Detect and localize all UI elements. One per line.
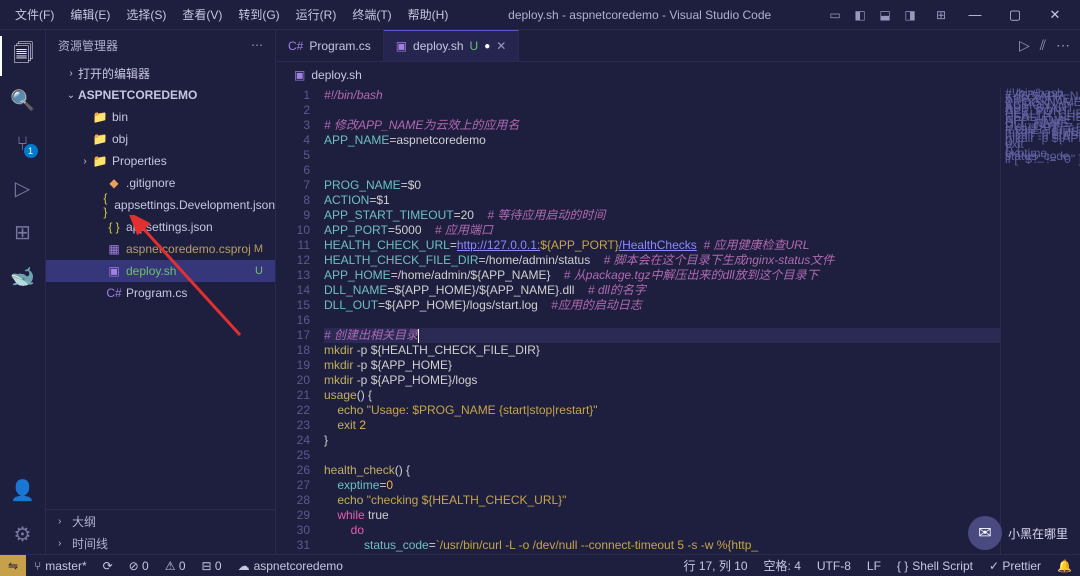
warnings-count[interactable]: ⚠ 0 bbox=[157, 555, 194, 576]
run-icon[interactable]: ▷ bbox=[1019, 37, 1030, 54]
file-icon: ◆ bbox=[106, 176, 122, 190]
debug-icon[interactable]: ▷ bbox=[0, 168, 46, 208]
menu-item[interactable]: 转到(G) bbox=[231, 2, 286, 27]
code-editor[interactable]: 1234567891011121314151617181920212223242… bbox=[276, 88, 1080, 554]
tree-item[interactable]: { }appsettings.Development.json bbox=[46, 194, 275, 216]
dirty-indicator: ● bbox=[484, 41, 490, 52]
tree-item[interactable]: ▦aspnetcoredemo.csprojM bbox=[46, 238, 275, 260]
menu-item[interactable]: 运行(R) bbox=[289, 2, 344, 27]
git-modified-badge: M bbox=[254, 243, 263, 255]
cursor-position[interactable]: 行 17, 列 10 bbox=[676, 555, 756, 576]
close-tab-icon[interactable]: ✕ bbox=[496, 39, 506, 53]
tree-item[interactable]: ◆.gitignore bbox=[46, 172, 275, 194]
file-icon: { } bbox=[101, 191, 111, 219]
activity-bar: 🗐 🔍 ⑂1 ▷ ⊞ 🐋 👤 ⚙ bbox=[0, 30, 46, 554]
minimap[interactable]: #!/bin/bash# 修改APP_NAME为云效上的应用名APP_NAMEP… bbox=[1000, 88, 1080, 554]
editor-tab[interactable]: C#Program.cs bbox=[276, 30, 384, 61]
layout-right-icon[interactable]: ◨ bbox=[899, 4, 921, 26]
file-icon: C# bbox=[106, 286, 122, 300]
eol[interactable]: LF bbox=[859, 555, 889, 576]
errors-count[interactable]: ⊘ 0 bbox=[121, 555, 157, 576]
port-count[interactable]: ⊟ 0 bbox=[194, 555, 230, 576]
watermark: ✉ 小黑在哪里 bbox=[968, 516, 1068, 550]
file-tree: ›打开的编辑器 ⌄ASPNETCOREDEMO 📁bin📁obj›📁Proper… bbox=[46, 60, 275, 509]
settings-icon[interactable]: ⚙ bbox=[0, 514, 46, 554]
file-icon: ▦ bbox=[106, 242, 122, 256]
docker-icon[interactable]: 🐋 bbox=[0, 256, 46, 296]
window-title: deploy.sh - aspnetcoredemo - Visual Stud… bbox=[455, 8, 824, 22]
tree-item[interactable]: ▣deploy.shU bbox=[46, 260, 275, 282]
menu-item[interactable]: 查看(V) bbox=[175, 2, 229, 27]
sync-button[interactable]: ⟳ bbox=[95, 555, 121, 576]
encoding[interactable]: UTF-8 bbox=[809, 555, 859, 576]
close-button[interactable]: ✕ bbox=[1038, 3, 1072, 27]
prettier-status[interactable]: ✓ Prettier bbox=[981, 555, 1049, 576]
maximize-button[interactable]: ▢ bbox=[998, 3, 1032, 27]
more-icon[interactable]: ⋯ bbox=[251, 38, 263, 52]
remote-indicator[interactable]: ⇋ bbox=[0, 555, 26, 576]
minimize-button[interactable]: — bbox=[958, 3, 992, 27]
split-icon[interactable]: ⫽ bbox=[1040, 37, 1046, 54]
file-icon: 📁 bbox=[92, 132, 108, 146]
file-icon: ▣ bbox=[106, 264, 122, 278]
sidebar-title: 资源管理器 bbox=[58, 37, 118, 54]
git-branch[interactable]: ⑂ master* bbox=[26, 555, 95, 576]
root-folder[interactable]: ⌄ASPNETCOREDEMO bbox=[46, 84, 275, 106]
file-icon: 📁 bbox=[92, 154, 108, 168]
open-editors-section[interactable]: ›打开的编辑器 bbox=[46, 62, 275, 84]
notifications-icon[interactable]: 🔔 bbox=[1049, 555, 1080, 576]
tree-item[interactable]: C#Program.cs bbox=[46, 282, 275, 304]
scm-badge: 1 bbox=[24, 144, 38, 158]
sidebar-header: 资源管理器 ⋯ bbox=[46, 30, 275, 60]
file-icon: 📁 bbox=[92, 110, 108, 124]
language-mode[interactable]: { } Shell Script bbox=[889, 555, 981, 576]
breadcrumb[interactable]: ▣ deploy.sh bbox=[276, 62, 1080, 88]
more-icon[interactable]: ⋯ bbox=[1056, 37, 1070, 54]
search-icon[interactable]: 🔍 bbox=[0, 80, 46, 120]
titlebar: 文件(F)编辑(E)选择(S)查看(V)转到(G)运行(R)终端(T)帮助(H)… bbox=[0, 0, 1080, 30]
menu-item[interactable]: 帮助(H) bbox=[401, 2, 456, 27]
account-icon[interactable]: 👤 bbox=[0, 470, 46, 510]
project-name[interactable]: ☁ aspnetcoredemo bbox=[230, 555, 351, 576]
editor-tabs: C#Program.cs▣deploy.shU●✕▷⫽⋯ bbox=[276, 30, 1080, 62]
statusbar: ⇋ ⑂ master* ⟳ ⊘ 0 ⚠ 0 ⊟ 0 ☁ aspnetcorede… bbox=[0, 554, 1080, 576]
sidebar: 资源管理器 ⋯ ›打开的编辑器 ⌄ASPNETCOREDEMO 📁bin📁obj… bbox=[46, 30, 276, 554]
wechat-icon: ✉ bbox=[968, 516, 1002, 550]
menu-item[interactable]: 编辑(E) bbox=[63, 2, 117, 27]
explorer-icon[interactable]: 🗐 bbox=[0, 36, 46, 76]
menubar: 文件(F)编辑(E)选择(S)查看(V)转到(G)运行(R)终端(T)帮助(H) bbox=[8, 2, 455, 27]
tree-item[interactable]: ›📁Properties bbox=[46, 150, 275, 172]
editor-group: C#Program.cs▣deploy.shU●✕▷⫽⋯ ▣ deploy.sh… bbox=[276, 30, 1080, 554]
layout-left-icon[interactable]: ◧ bbox=[849, 4, 871, 26]
indentation[interactable]: 空格: 4 bbox=[756, 555, 809, 576]
scm-icon[interactable]: ⑂1 bbox=[0, 124, 46, 164]
git-untracked-badge: U bbox=[255, 265, 263, 277]
code-lines[interactable]: #!/bin/bash# 修改APP_NAME为云效上的应用名APP_NAME=… bbox=[324, 88, 1000, 554]
tree-item[interactable]: { }appsettings.json bbox=[46, 216, 275, 238]
extensions-icon[interactable]: ⊞ bbox=[0, 212, 46, 252]
menu-item[interactable]: 终端(T) bbox=[345, 2, 398, 27]
file-icon: { } bbox=[106, 220, 122, 234]
file-icon: ▣ bbox=[294, 68, 305, 82]
layout-icon[interactable]: ▭ bbox=[824, 4, 846, 26]
timeline-section[interactable]: ›时间线 bbox=[46, 532, 275, 554]
outline-section[interactable]: ›大纲 bbox=[46, 510, 275, 532]
menu-item[interactable]: 选择(S) bbox=[119, 2, 173, 27]
line-numbers: 1234567891011121314151617181920212223242… bbox=[276, 88, 324, 554]
layout-bottom-icon[interactable]: ⬓ bbox=[874, 4, 896, 26]
editor-tab[interactable]: ▣deploy.shU●✕ bbox=[384, 30, 520, 61]
file-icon: ▣ bbox=[396, 39, 407, 53]
tree-item[interactable]: 📁bin bbox=[46, 106, 275, 128]
file-icon: C# bbox=[288, 39, 303, 53]
menu-item[interactable]: 文件(F) bbox=[8, 2, 61, 27]
layout-grid-icon[interactable]: ⊞ bbox=[930, 4, 952, 26]
tree-item[interactable]: 📁obj bbox=[46, 128, 275, 150]
